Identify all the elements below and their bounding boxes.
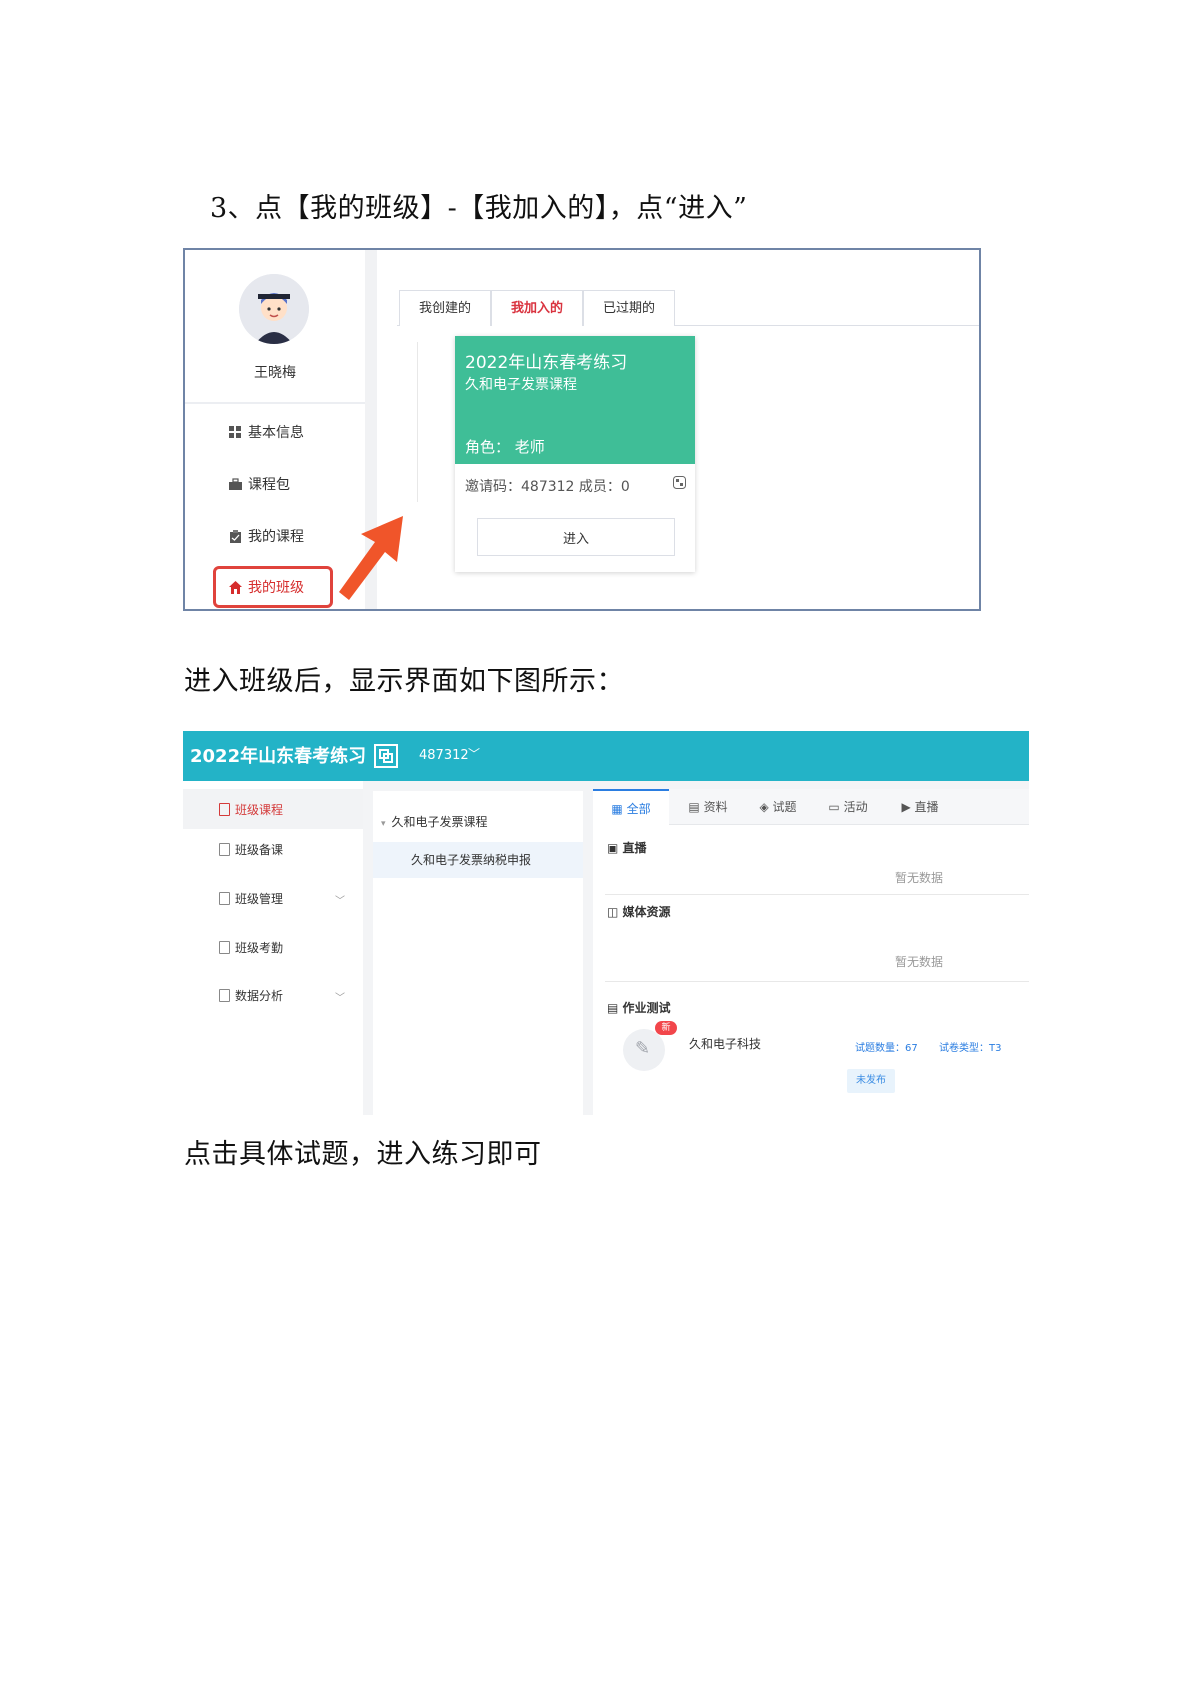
edit-icon[interactable] [623,1029,665,1071]
divider [185,402,365,404]
briefcase-icon [229,477,242,490]
tab-materials[interactable]: ▤ 资料 [673,789,743,825]
my-class-screenshot: 王晓梅 基本信息 课程包 我的课程 我的班级 我创建的 我加入的 已过期的 20… [183,248,981,611]
chevron-down-icon[interactable]: ﹀ [335,989,345,1004]
tab-label: 全部 [626,802,651,816]
document-icon [219,941,230,954]
class-title: 2022年山东春考练习 [190,746,367,767]
tab-label: 直播 [914,800,939,814]
question-count: 试题数量：67 [855,1043,918,1054]
nav-class-courses[interactable]: 班级课程 [183,789,363,829]
resource-tabs: ▦ 全部 ▤ 资料 ◈ 试题 ▭ 活动 ▶ 直播 [593,789,1029,825]
user-name: 王晓梅 [254,365,296,381]
clipboard-icon [230,529,241,543]
tab-all[interactable]: ▦ 全部 [593,789,669,825]
play-icon: ▶ [901,800,915,814]
tab-questions[interactable]: ◈ 试题 [743,789,813,825]
class-title: 2022年山东春考练习 [465,353,628,373]
tree-node-course[interactable]: ▾ 久和电子发票课程 [381,813,488,830]
class-detail-screenshot: 2022年山东春考练习 487312 ﹀ 班级课程 班级备课 班级管理 ﹀ 班级… [183,731,1029,1115]
chevron-down-icon[interactable]: ﹀ [468,745,480,762]
section-title: 直播 [622,841,647,855]
menu-item-basic-info[interactable]: 基本信息 [229,422,304,442]
menu-item-label: 我的课程 [248,529,304,545]
menu-item-label: 我的班级 [248,580,304,596]
tree-node-label: 久和电子发票课程 [391,815,488,829]
home-icon [229,580,242,594]
avatar [239,274,309,344]
document-icon: ▤ [688,800,704,814]
section-live: ▣ 直播 [607,839,647,856]
status-badge: 未发布 [847,1069,895,1093]
tab-label: 资料 [703,800,728,814]
tab-label: 试题 [772,800,797,814]
nav-label: 数据分析 [235,989,284,1003]
document-icon [219,843,230,856]
class-subtitle: 久和电子发票课程 [465,377,577,393]
arrow-icon [339,516,403,600]
invite-code-members: 邀请码：487312 成员：0 [465,479,630,495]
nav-class-manage[interactable]: 班级管理 [219,890,283,907]
section-title: 作业测试 [622,1001,671,1015]
invite-code[interactable]: 487312 [419,748,469,763]
nav-label: 班级管理 [235,892,284,906]
video-icon: ▣ [607,841,623,855]
divider [605,894,1029,895]
nav-data-analysis[interactable]: 数据分析 [219,987,283,1004]
course-tree: ▾ 久和电子发票课程 久和电子发票纳税申报 [373,791,583,1115]
nav-class-prep[interactable]: 班级备课 [219,841,283,858]
tab-label: 活动 [843,800,868,814]
document-icon [219,989,230,1002]
nav-class-attendance[interactable]: 班级考勤 [219,939,283,956]
section-media: ◫ 媒体资源 [607,903,671,920]
tab-created[interactable]: 我创建的 [399,290,491,326]
new-badge: 新 [655,1021,677,1035]
grid-icon: ▦ [611,802,627,816]
notes-icon: ▤ [607,1001,623,1015]
tree-node-chapter[interactable]: 久和电子发票纳税申报 [373,842,583,878]
document-icon [219,802,230,816]
caret-down-icon: ▾ [381,819,386,829]
tab-live[interactable]: ▶ 直播 [885,789,955,825]
menu-item-my-class[interactable]: 我的班级 [213,566,333,608]
homework-name[interactable]: 久和电子科技 [689,1035,761,1052]
chevron-down-icon[interactable]: ﹀ [335,892,345,907]
section-homework: ▤ 作业测试 [607,999,671,1016]
class-nav: 班级课程 班级备课 班级管理 ﹀ 班级考勤 数据分析 ﹀ [183,781,363,1115]
enter-class-instruction: 进入班级后，显示界面如下图所示： [184,666,624,697]
class-role: 角色： 老师 [465,438,545,456]
menu-item-label: 基本信息 [248,425,304,441]
menu-item-course-package[interactable]: 课程包 [229,474,290,494]
menu-item-my-courses[interactable]: 我的课程 [229,526,304,546]
resource-panel: ▦ 全部 ▤ 资料 ◈ 试题 ▭ 活动 ▶ 直播 ▣ 直播 暂无数据 ◫ 媒体资… [593,789,1029,1115]
layers-icon: ◈ [759,800,773,814]
divider [417,342,418,502]
document-icon [219,892,230,905]
nav-label: 班级课程 [235,802,284,817]
class-card: 2022年山东春考练习 久和电子发票课程 角色： 老师 邀请码：487312 成… [455,336,695,572]
camera-icon: ◫ [607,905,623,919]
nav-label: 班级备课 [235,843,284,857]
chat-icon: ▭ [828,800,844,814]
paper-type: 试卷类型：T3 [939,1043,1002,1054]
tab-expired[interactable]: 已过期的 [583,290,675,326]
class-card-header: 2022年山东春考练习 久和电子发票课程 角色： 老师 [455,336,695,464]
class-header: 2022年山东春考练习 487312 ﹀ [183,731,1029,781]
click-question-instruction: 点击具体试题，进入练习即可 [184,1139,542,1170]
empty-state: 暂无数据 [895,955,944,969]
grid-icon [229,425,241,438]
tab-joined[interactable]: 我加入的 [491,290,583,326]
step-instruction: 3、点【我的班级】-【我加入的】，点“进入” [210,193,748,224]
empty-state: 暂无数据 [895,871,944,885]
section-title: 媒体资源 [622,905,671,919]
qr-code-icon[interactable] [673,476,686,489]
enter-button[interactable]: 进入 [477,518,675,556]
nav-label: 班级考勤 [235,941,284,955]
divider [605,981,1029,982]
qr-code-icon[interactable] [374,744,398,768]
menu-item-label: 课程包 [248,477,290,493]
tab-activities[interactable]: ▭ 活动 [813,789,883,825]
